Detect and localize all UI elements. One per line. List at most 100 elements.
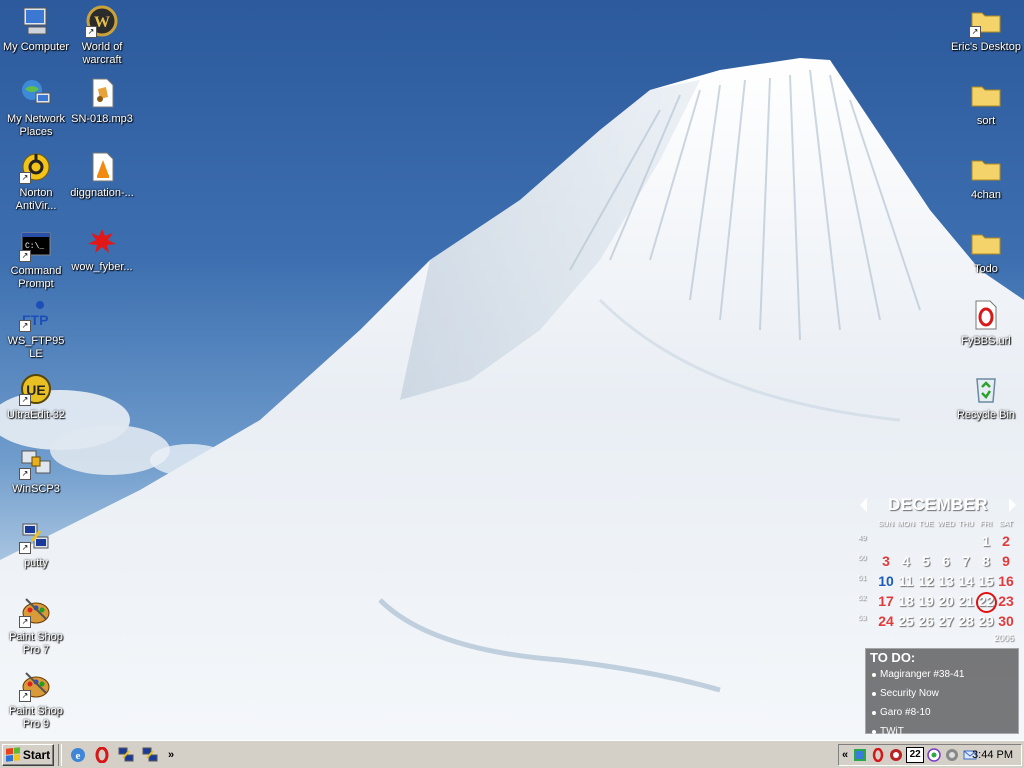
- desktop-icon-putty[interactable]: ↗ putty: [0, 520, 72, 570]
- calendar-week-number: 50: [858, 553, 867, 562]
- folder-icon: [971, 234, 1001, 255]
- todo-item[interactable]: Security Now: [866, 684, 1018, 703]
- desktop-icon-my-network-places[interactable]: My Network Places: [0, 76, 72, 139]
- start-button-label: Start: [22, 747, 51, 762]
- calendar-day[interactable]: [876, 532, 896, 551]
- desktop-icon-diggnation[interactable]: diggnation-...: [66, 150, 138, 200]
- calendar-day[interactable]: 12: [916, 572, 936, 591]
- desktop-icon-command-prompt[interactable]: C:\_ ↗ Command Prompt: [0, 228, 72, 291]
- desktop-icon-ultraedit[interactable]: UE ↗ UltraEdit-32: [0, 372, 72, 422]
- calendar-day[interactable]: 21: [956, 592, 976, 611]
- calendar-day[interactable]: 24: [876, 612, 896, 631]
- desktop-icon-fybbs-url[interactable]: FyBBS.url: [950, 298, 1022, 348]
- calendar-day[interactable]: 17: [876, 592, 896, 611]
- folder-icon: [971, 160, 1001, 181]
- desktop-icon-ws-ftp95-le[interactable]: FTP ↗ WS_FTP95 LE: [0, 298, 72, 361]
- start-button[interactable]: Start: [2, 743, 54, 766]
- tray-date-badge[interactable]: 22: [906, 747, 925, 763]
- todo-item[interactable]: TWiT: [866, 722, 1018, 741]
- calendar-day[interactable]: 5: [916, 552, 936, 571]
- calendar-day[interactable]: 29: [976, 612, 996, 631]
- tray-speaker-icon[interactable]: [944, 747, 960, 763]
- tray-messenger-icon[interactable]: [926, 747, 942, 763]
- calendar-dow: FRI: [979, 519, 993, 528]
- tray-opera-icon[interactable]: [870, 747, 886, 763]
- calendar-day[interactable]: 15: [976, 572, 996, 591]
- calendar-widget: DECEMBER SUN MON TUE WED THU FRI SAT 49 …: [858, 494, 1018, 643]
- vlc-file-icon: [92, 152, 114, 182]
- recycle-bin-icon: [976, 378, 996, 403]
- calendar-day[interactable]: 3: [876, 552, 896, 571]
- desktop-icon-recycle-bin[interactable]: Recycle Bin: [950, 372, 1022, 422]
- taskbar: Start e » « 22 3:44 PM: [0, 740, 1024, 768]
- taskbar-clock[interactable]: 3:44 PM: [972, 749, 1013, 761]
- desktop-icon-world-of-warcraft[interactable]: W ↗ World of warcraft: [66, 4, 138, 67]
- calendar-day[interactable]: 20: [936, 592, 956, 611]
- calendar-day[interactable]: [896, 532, 916, 551]
- todo-item-label: Magiranger #38-41: [880, 669, 965, 680]
- calendar-next-month-icon[interactable]: [1009, 498, 1016, 512]
- calendar-day[interactable]: 11: [896, 572, 916, 591]
- desktop-icon-sn018-mp3[interactable]: SN-018.mp3: [66, 76, 138, 126]
- tray-network-icon[interactable]: [852, 747, 868, 763]
- desktop-icon-winscp3[interactable]: ↗ WinSCP3: [0, 446, 72, 496]
- calendar-day[interactable]: 8: [976, 552, 996, 571]
- todo-item[interactable]: Magiranger #38-41: [866, 665, 1018, 684]
- calendar-day[interactable]: 6: [936, 552, 956, 571]
- calendar-day[interactable]: 25: [896, 612, 916, 631]
- calendar-day[interactable]: 28: [956, 612, 976, 631]
- opera-url-icon: [975, 300, 997, 330]
- desktop-icon-paint-shop-pro-9[interactable]: ↗ Paint Shop Pro 9: [0, 668, 72, 731]
- tray-norton-icon[interactable]: [888, 747, 904, 763]
- desktop-icon-todo[interactable]: Todo: [950, 226, 1022, 276]
- tray-expand-button[interactable]: «: [842, 749, 848, 761]
- quicklaunch-more-button[interactable]: »: [168, 749, 174, 761]
- quicklaunch-ie-icon[interactable]: e: [69, 746, 87, 764]
- bullet-icon: [872, 672, 876, 677]
- calendar-day[interactable]: 26: [916, 612, 936, 631]
- network-icon: [22, 80, 51, 104]
- splat-icon: [88, 229, 116, 253]
- bullet-icon: [872, 710, 876, 715]
- calendar-day[interactable]: 27: [936, 612, 956, 631]
- calendar-day[interactable]: 10: [876, 572, 896, 591]
- calendar-day[interactable]: 9: [996, 552, 1016, 571]
- calendar-week-number: 52: [858, 593, 867, 602]
- quicklaunch-putty2-icon[interactable]: [141, 746, 159, 764]
- desktop-icon-norton-antivirus[interactable]: ↗ Norton AntiVir...: [0, 150, 72, 213]
- quicklaunch-opera-icon[interactable]: [93, 746, 111, 764]
- todo-item-label: Security Now: [880, 688, 939, 699]
- desktop-icon-sort[interactable]: sort: [950, 78, 1022, 128]
- calendar-day[interactable]: 18: [896, 592, 916, 611]
- calendar-day[interactable]: 23: [996, 592, 1016, 611]
- calendar-dow: TUE: [918, 519, 934, 528]
- quicklaunch-putty-icon[interactable]: [117, 746, 135, 764]
- calendar-day[interactable]: 7: [956, 552, 976, 571]
- calendar-day[interactable]: 1: [976, 532, 996, 551]
- calendar-day[interactable]: 16: [996, 572, 1016, 591]
- todo-item-label: Garo #8-10: [880, 707, 931, 718]
- desktop-icon-my-computer[interactable]: My Computer: [0, 4, 72, 54]
- desktop-icon-erics-desktop[interactable]: ↗ Eric's Desktop: [950, 4, 1022, 54]
- taskbar-separator: [58, 743, 62, 766]
- calendar-day[interactable]: 4: [896, 552, 916, 571]
- audio-file-icon: [92, 78, 114, 108]
- desktop-icon-wow-fyber[interactable]: wow_fyber...: [66, 224, 138, 274]
- calendar-dow: WED: [937, 519, 955, 528]
- calendar-day[interactable]: 30: [996, 612, 1016, 631]
- calendar-day[interactable]: [936, 532, 956, 551]
- calendar-day[interactable]: [956, 532, 976, 551]
- calendar-grid: SUN MON TUE WED THU FRI SAT 49 1 2 50 3 …: [858, 516, 1018, 631]
- calendar-day-today[interactable]: 22: [976, 592, 997, 613]
- desktop-icon-4chan[interactable]: 4chan: [950, 152, 1022, 202]
- calendar-day[interactable]: 14: [956, 572, 976, 591]
- calendar-day[interactable]: [916, 532, 936, 551]
- calendar-day[interactable]: 19: [916, 592, 936, 611]
- calendar-day[interactable]: 13: [936, 572, 956, 591]
- desktop-icon-paint-shop-pro-7[interactable]: ↗ Paint Shop Pro 7: [0, 594, 72, 657]
- calendar-day[interactable]: 2: [996, 532, 1016, 551]
- todo-widget: TO DO: Magiranger #38-41 Security Now Ga…: [865, 648, 1019, 737]
- calendar-prev-month-icon[interactable]: [860, 498, 867, 512]
- bullet-icon: [872, 729, 876, 734]
- todo-item[interactable]: Garo #8-10: [866, 703, 1018, 722]
